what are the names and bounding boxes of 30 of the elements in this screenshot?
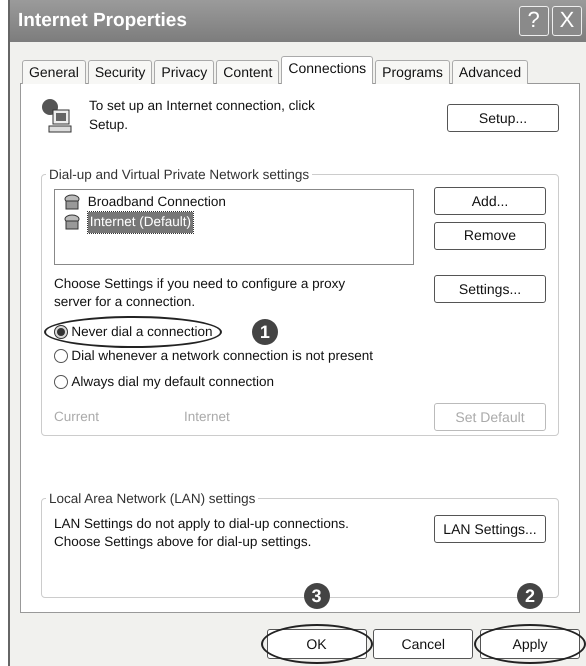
radio-option[interactable]: Never dial a connection: [54, 322, 212, 342]
dialog-button[interactable]: Cancel: [373, 629, 474, 659]
lan-settings-button[interactable]: LAN Settings...: [434, 515, 546, 543]
dialog-button[interactable]: Remove: [434, 222, 546, 250]
lan-instructions: LAN Settings do not apply to dial-up connections. Choose Settings above for dial-up settings.: [54, 515, 350, 551]
tab[interactable]: Content: [216, 60, 280, 84]
tab[interactable]: Privacy: [154, 60, 214, 84]
phone-icon: [63, 213, 81, 232]
dialog-button[interactable]: Apply: [480, 629, 580, 659]
current-value: Internet: [184, 408, 230, 426]
settings-button[interactable]: Settings...: [434, 275, 546, 303]
radio-option[interactable]: Always dial my default connection: [54, 372, 274, 393]
tab[interactable]: Programs: [375, 60, 450, 84]
radio-option[interactable]: Dial whenever a network connection is not present: [54, 346, 374, 367]
setup-button[interactable]: Setup...: [447, 104, 559, 132]
setup-instructions: To set up an Internet connection, click Setup.: [89, 97, 316, 134]
tab[interactable]: Advanced: [452, 60, 528, 84]
connection-item[interactable]: Internet (Default): [88, 212, 194, 232]
step-marker: 1: [252, 319, 278, 345]
current-label: Current: [54, 408, 100, 426]
dialog-button[interactable]: Add...: [434, 187, 546, 215]
phone-icon: [63, 193, 81, 212]
connection-item[interactable]: Broadband Connection: [88, 192, 226, 212]
tab[interactable]: Connections: [281, 56, 374, 84]
dialog-button[interactable]: OK: [266, 629, 366, 659]
connection-list[interactable]: Broadband Connection Internet (Default): [54, 189, 414, 265]
tab[interactable]: General: [22, 60, 86, 84]
tab[interactable]: Security: [88, 60, 152, 84]
proxy-instructions: Choose Settings if you need to configure a proxy server for a connection.: [54, 275, 346, 311]
window-title: Internet Properties: [18, 8, 187, 33]
